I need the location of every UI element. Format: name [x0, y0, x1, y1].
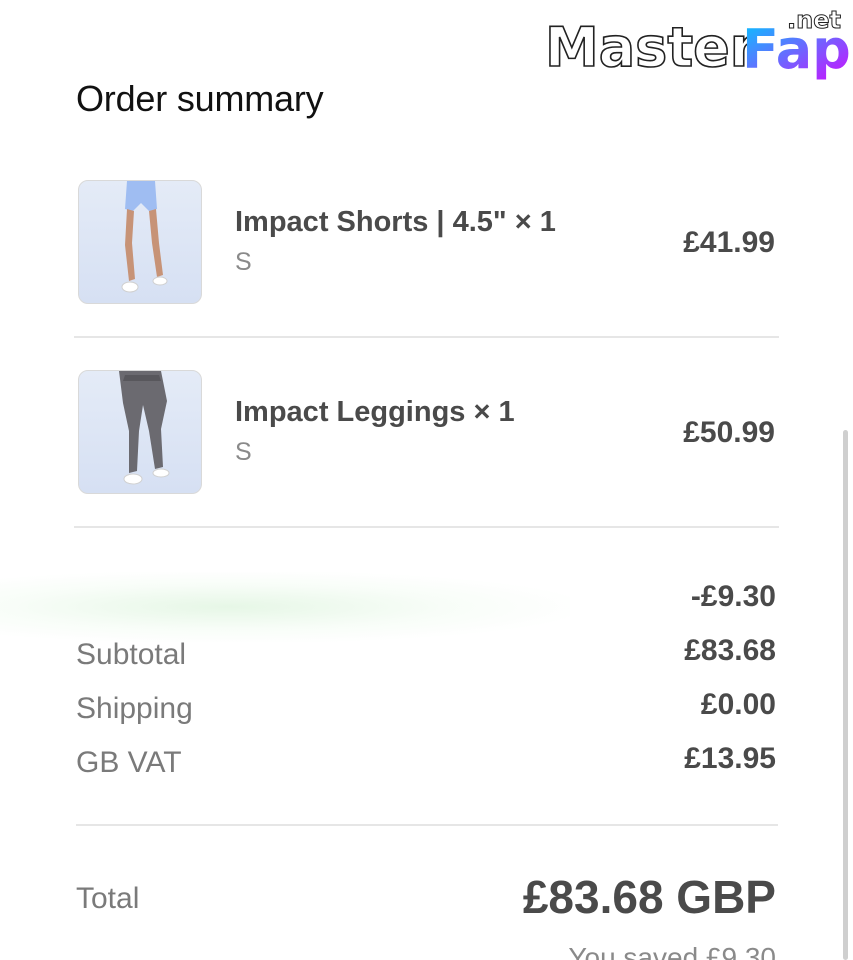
svg-text:Master: Master [545, 16, 757, 79]
vat-row: GB VAT £13.95 [76, 734, 776, 788]
vat-value: £13.95 [684, 742, 776, 775]
page-title: Order summary [76, 78, 324, 119]
total-value: £83.68 GBP [522, 871, 776, 923]
svg-text:.net: .net [787, 6, 841, 34]
discount-row: -£9.30 [76, 572, 776, 626]
list-item: Impact Leggings × 1 S £50.99 [74, 338, 779, 528]
price-breakdown: -£9.30 Subtotal £83.68 Shipping £0.00 GB… [76, 572, 776, 788]
order-items-list: Impact Shorts | 4.5" × 1 S £41.99 Impact… [74, 148, 779, 528]
leggings-product-image[interactable] [78, 370, 202, 494]
shipping-row: Shipping £0.00 [76, 680, 776, 734]
item-name: Impact Shorts | 4.5" × 1 [235, 206, 556, 238]
item-variant: S [235, 248, 252, 276]
subtotal-value: £83.68 [684, 634, 776, 667]
list-item: Impact Shorts | 4.5" × 1 S £41.99 [74, 148, 779, 338]
order-summary-page: Master Fap .net Order summary Impact Sho… [0, 0, 853, 960]
item-price: £41.99 [683, 226, 775, 259]
subtotal-row: Subtotal £83.68 [76, 626, 776, 680]
item-name: Impact Leggings × 1 [235, 396, 515, 428]
savings-text: You saved £9.30 [568, 942, 776, 960]
shipping-label: Shipping [76, 692, 193, 725]
discount-value: -£9.30 [690, 580, 776, 613]
total-label: Total [76, 882, 140, 915]
item-variant: S [235, 438, 252, 466]
masterfap-watermark-logo: Master Fap .net [544, 6, 851, 80]
divider [76, 824, 778, 826]
scrollbar[interactable] [843, 430, 848, 960]
item-price: £50.99 [683, 416, 775, 449]
shorts-product-image[interactable] [78, 180, 202, 304]
shipping-value: £0.00 [700, 688, 776, 721]
subtotal-label: Subtotal [76, 638, 187, 671]
vat-label: GB VAT [76, 746, 182, 779]
